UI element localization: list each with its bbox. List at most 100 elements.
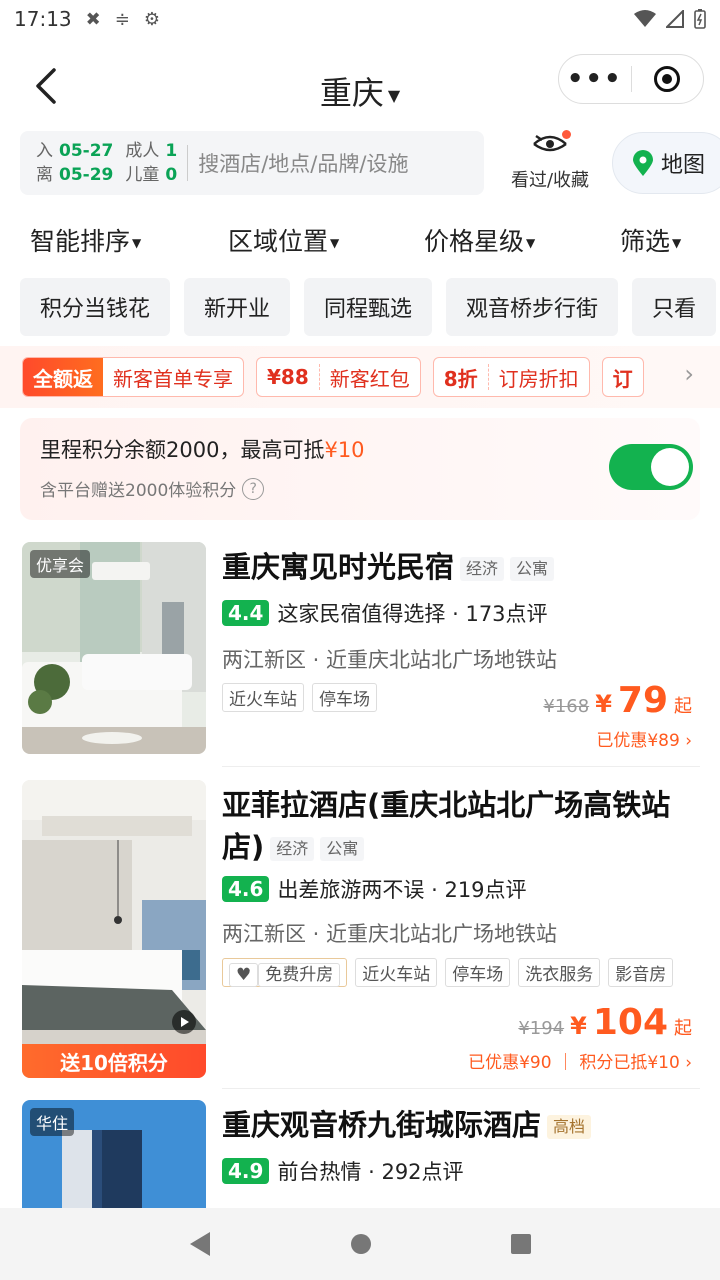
amenity-tag: 停车场 [445,958,511,987]
sort-bar: 智能排序 ▼ 区域位置 ▼ 价格星级 ▼ 筛选 ▼ [0,218,720,264]
children-count: 0 [165,165,178,185]
sort-filter-label: 筛选 [620,227,671,256]
settings-icon: ⚙ [143,8,160,30]
target-icon [654,66,681,92]
original-price: ¥194 [518,1018,565,1039]
help-icon[interactable]: ? [242,477,265,500]
checkout-label: 离 [36,165,53,185]
hotel-type-tag: 高档 [547,1115,592,1139]
close-miniapp-button[interactable] [632,65,704,93]
card-divider [222,766,700,767]
wifi-icon [634,10,656,27]
coupon-text: 新客红包 [329,366,410,391]
hotel-name-line2: 店) [222,830,265,864]
chevron-right-icon[interactable]: › [684,360,694,388]
coupon-more[interactable]: 订 [601,357,644,397]
map-button[interactable]: 地图 [612,132,720,194]
signal-icon [666,10,684,28]
chip-points[interactable]: 积分当钱花 [20,278,171,336]
play-video-icon[interactable] [172,1010,196,1034]
quick-filter-chips: 积分当钱花 新开业 同程甄选 观音桥步行街 只看 [20,278,717,336]
hotel-card[interactable]: 送10倍积分 亚菲拉酒店(重庆北站北广场高铁站 店) 经济 公寓 4.6 出差旅游两… [0,780,720,1089]
coupon-strip: 全额返 新客首单专享 ¥88 新客红包 8折 订房折扣 订 › [0,346,720,408]
current-price: 104 [592,1002,668,1043]
amenity-tag: 影音房 [608,958,674,987]
coupon-discount[interactable]: 8折 订房折扣 [432,357,590,397]
status-time: 17:13 [14,7,72,31]
search-box[interactable]: 入 05-27 成人 1 离 05-29 儿童 0 搜酒店/地点/品牌/设施 [20,131,484,195]
nav-recents-icon[interactable] [510,1233,532,1255]
map-label: 地图 [661,153,706,178]
nav-home-icon[interactable] [349,1232,373,1256]
review-summary: 出差旅游两不误 · 219点评 [277,878,527,902]
hotel-photo[interactable]: 优享会 [22,542,206,754]
discount-link[interactable]: 已优惠¥89 › [596,726,692,751]
discount-link[interactable]: 已优惠¥90 ｜ 积分已抵¥10 › [468,1048,692,1073]
sort-filter[interactable]: 筛选 ▼ [620,222,681,258]
search-input[interactable]: 搜酒店/地点/品牌/设施 [198,148,408,178]
history-favorites-button[interactable]: 看过/收藏 [500,130,600,192]
battery-icon [694,9,706,29]
review-summary: 这家民宿值得选择 · 173点评 [277,602,548,626]
hotel-type-tag: 公寓 [510,557,555,581]
hotel-location: 两江新区 · 近重庆北站北广场地铁站 [222,922,558,946]
sort-area-label: 区域位置 [228,227,329,256]
chip-new-open[interactable]: 新开业 [184,278,291,336]
hotel-photo[interactable]: 送10倍积分 [22,780,206,1078]
hotel-type-tag: 公寓 [320,837,365,861]
sort-smart-label: 智能排序 [30,227,131,256]
more-button[interactable]: ••• [559,66,631,92]
checkin-date: 05-27 [59,141,114,161]
hotel-card[interactable]: 优享会 重庆寓见时光民宿 经济 公寓 4.4 这家民宿值得选择 · 173点评 两江… [0,542,720,772]
price-suffix: 起 [674,696,692,717]
chip-selected[interactable]: 同程甄选 [304,278,433,336]
coupon-newuser[interactable]: 全额返 新客首单专享 [22,357,244,397]
sort-price-star[interactable]: 价格星级 ▼ [424,222,535,258]
caret-down-icon: ▼ [132,236,142,250]
currency-symbol: ¥ [570,1012,587,1040]
history-label: 看过/收藏 [510,170,590,191]
points-sub: 含平台赠送2000体验积分? [40,476,265,501]
adults-label: 成人 [125,141,160,161]
chip-only[interactable]: 只看 [632,278,717,336]
coupon-tag: 8折 [443,366,478,391]
date-guest-selector[interactable]: 入 05-27 成人 1 离 05-29 儿童 0 [36,139,177,187]
hotel-photo[interactable]: 华住 [22,1100,206,1208]
membership-badge: 优享会 [30,550,91,578]
hotel-rating: 4.4 这家民宿值得选择 · 173点评 [222,598,548,628]
sort-price-label: 价格星级 [424,227,525,256]
hotel-name[interactable]: 亚菲拉酒店(重庆北站北广场高铁站 店) 经济 公寓 [222,784,692,868]
original-price: ¥168 [543,696,590,717]
room-photo [22,780,206,1078]
sort-area[interactable]: 区域位置 ▼ [228,222,339,258]
nav-back-icon[interactable] [188,1231,212,1257]
coupon-text: 订房折扣 [498,366,579,391]
hotel-rating: 4.6 出差旅游两不误 · 219点评 [222,874,527,904]
coupon-tag: ¥88 [267,365,309,389]
review-summary: 前台热情 · 292点评 [277,1160,464,1184]
coupon-tag: 订 [612,366,633,391]
points-amount: ¥10 [324,438,365,462]
sort-smart[interactable]: 智能排序 ▼ [30,222,141,258]
coupon-redpacket[interactable]: ¥88 新客红包 [256,357,421,397]
points-toggle[interactable] [609,444,693,490]
caret-down-icon: ▼ [387,85,401,105]
hotel-card[interactable]: 华住 重庆观音桥九街城际酒店 高档 4.9 前台热情 · 292点评 [0,1100,720,1208]
search-divider [187,145,189,181]
checkout-date: 05-29 [59,165,114,185]
rating-score: 4.6 [222,876,270,902]
hotel-name[interactable]: 重庆寓见时光民宿 经济 公寓 [222,546,555,588]
caret-down-icon: ▼ [526,236,536,250]
caret-down-icon: ▼ [672,236,682,250]
status-bar: 17:13 ✖ ≑ ⚙ [0,0,720,38]
data-saver-icon: ≑ [114,8,130,30]
chip-street[interactable]: 观音桥步行街 [446,278,619,336]
price-block: ¥194 ¥104 起 [518,1002,692,1043]
nav-header: 重庆 ▼ ••• [0,50,720,126]
price-block: ¥168 ¥79 起 [543,680,692,721]
location-off-icon: ✖ [85,8,101,30]
hotel-name-line1: 亚菲拉酒店(重庆北站北广场高铁站 [222,788,671,822]
location-pin-icon [633,150,653,176]
hotel-name[interactable]: 重庆观音桥九街城际酒店 高档 [222,1104,592,1146]
brand-badge: 华住 [30,1108,75,1136]
